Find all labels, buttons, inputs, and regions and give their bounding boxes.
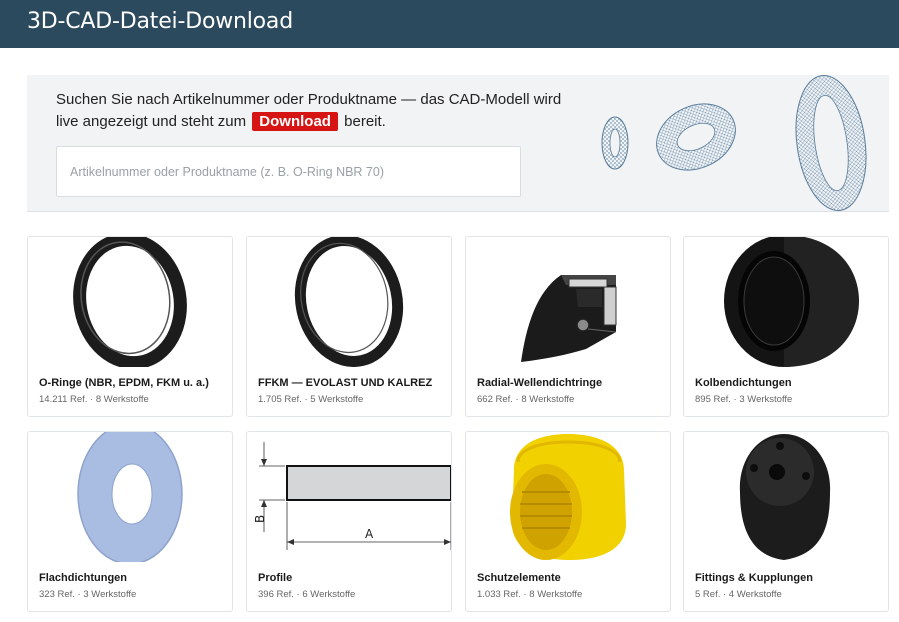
category-card-protective-elements[interactable]: Schutzelemente 1.033 Ref. · 8 Werkstoffe: [465, 431, 671, 612]
profile-drawing-icon: B A: [253, 442, 451, 550]
category-name: Kolbendichtungen: [695, 377, 792, 389]
category-name: Schutzelemente: [477, 572, 561, 584]
search-input[interactable]: [56, 146, 521, 197]
dimension-a-label: A: [365, 527, 374, 541]
category-meta: 1.033 Ref. · 8 Werkstoffe: [477, 589, 583, 600]
category-card-flat-gaskets[interactable]: Flachdichtungen 323 Ref. · 3 Werkstoffe: [27, 431, 233, 612]
dimension-b-label: B: [253, 515, 267, 523]
hero-intro: Suchen Sie nach Artikelnummer oder Produ…: [56, 89, 576, 133]
category-card-o-rings[interactable]: O-Ringe (NBR, EPDM, FKM u. a.) 14.211 Re…: [27, 236, 233, 417]
torus-small-icon: [601, 116, 629, 170]
download-badge: Download: [252, 112, 338, 131]
category-meta: 1.705 Ref. · 5 Werkstoffe: [258, 394, 364, 405]
wireframe-torus-illustration: [601, 75, 867, 212]
category-meta: 323 Ref. · 3 Werkstoffe: [39, 589, 137, 600]
torus-medium-icon: [656, 103, 736, 171]
category-meta: 396 Ref. · 6 Werkstoffe: [258, 589, 356, 600]
category-meta: 14.211 Ref. · 8 Werkstoffe: [39, 394, 149, 405]
category-meta: 895 Ref. · 3 Werkstoffe: [695, 394, 793, 405]
hero-intro-end: bereit.: [344, 113, 386, 130]
category-name: O-Ringe (NBR, EPDM, FKM u. a.): [39, 377, 209, 389]
ffkm-ring-icon: [294, 237, 404, 367]
category-card-fittings[interactable]: Fittings & Kupplungen 5 Ref. · 4 Werksto…: [683, 431, 889, 612]
category-name: Profile: [258, 572, 293, 584]
category-name: Fittings & Kupplungen: [695, 572, 813, 584]
search-hero: Suchen Sie nach Artikelnummer oder Produ…: [27, 75, 889, 212]
fitting-icon: [739, 434, 831, 560]
piston-seal-icon: [724, 237, 859, 367]
category-card-ffkm[interactable]: FFKM — EVOLAST UND KALREZ 1.705 Ref. · 5…: [246, 236, 452, 417]
o-ring-icon: [73, 237, 187, 367]
category-card-piston-seals[interactable]: Kolbendichtungen 895 Ref. · 3 Werkstoffe: [683, 236, 889, 417]
category-name: Flachdichtungen: [39, 572, 127, 584]
category-name: Radial-Wellendichtringe: [477, 377, 603, 389]
category-meta: 662 Ref. · 8 Werkstoffe: [477, 394, 575, 405]
app-header: 3D-CAD-Datei-Download: [0, 0, 899, 48]
category-card-profiles[interactable]: B A Profile 396 Ref. · 6 Werkstoffe: [246, 431, 452, 612]
category-card-shaft-seals[interactable]: Radial-Wellendichtringe 662 Ref. · 8 Wer…: [465, 236, 671, 417]
category-name: FFKM — EVOLAST UND KALREZ: [258, 377, 433, 389]
shaft-seal-icon: [521, 275, 617, 362]
flat-gasket-icon: [77, 432, 183, 562]
torus-large-icon: [795, 75, 867, 212]
protective-cap-icon: [510, 434, 626, 560]
category-meta: 5 Ref. · 4 Werkstoffe: [695, 589, 782, 600]
page-title: 3D-CAD-Datei-Download: [27, 9, 293, 34]
